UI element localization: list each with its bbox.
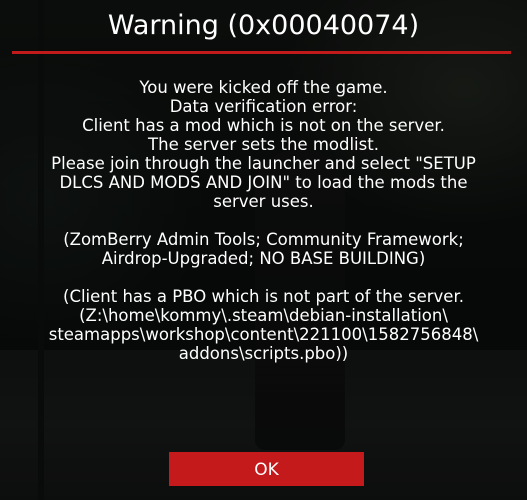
dialog-title: Warning (0x00040074): [107, 10, 420, 41]
message-spacer: [12, 268, 515, 287]
warning-dialog: Warning (0x00040074) You were kicked off…: [0, 0, 527, 500]
dialog-message: You were kicked off the game. Data verif…: [12, 78, 515, 363]
message-line: server uses.: [213, 192, 314, 211]
title-divider: [12, 51, 511, 54]
message-line: steamapps\workshop\content\221100\158275…: [48, 325, 479, 344]
message-line: (Client has a PBO which is not part of t…: [63, 287, 464, 306]
message-line: (Z:\home\kommy\.steam\debian-installatio…: [79, 306, 448, 325]
message-line: (ZomBerry Admin Tools; Community Framewo…: [63, 230, 464, 249]
message-line: Airdrop-Upgraded; NO BASE BUILDING): [101, 249, 426, 268]
message-line: Please join through the launcher and sel…: [51, 154, 476, 173]
message-line: The server sets the modlist.: [148, 135, 379, 154]
message-line: Client has a mod which is not on the ser…: [82, 116, 445, 135]
ok-button[interactable]: OK: [169, 452, 364, 486]
message-line: Data verification error:: [169, 97, 358, 116]
message-line: addons\scripts.pbo)): [178, 344, 349, 363]
message-spacer: [12, 211, 515, 230]
message-line: DLCS AND MODS AND JOIN" to load the mods…: [59, 173, 468, 192]
message-line: You were kicked off the game.: [139, 78, 388, 97]
